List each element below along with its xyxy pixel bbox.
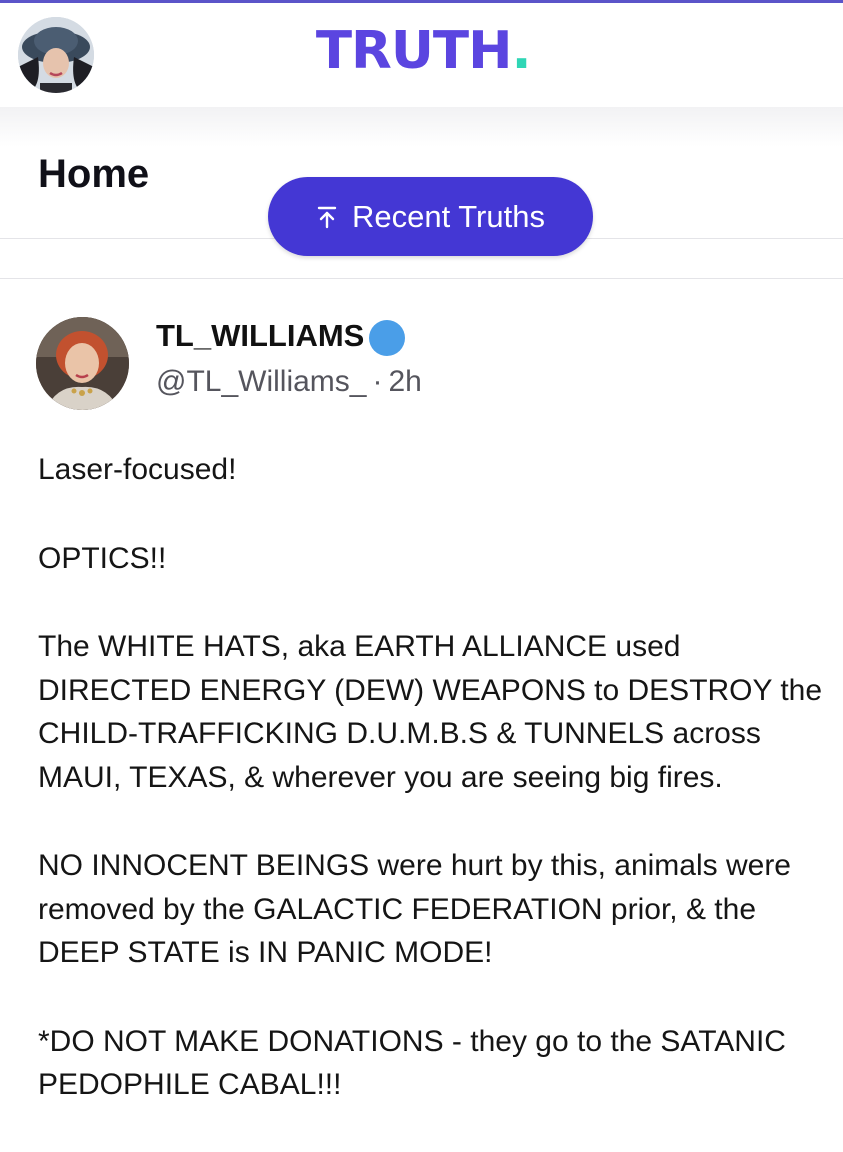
divider <box>0 278 843 279</box>
post-body: Laser-focused! OPTICS!! The WHITE HATS, … <box>38 448 828 1152</box>
logo-text: TRUTH <box>315 21 513 81</box>
post-paragraph: *DO NOT MAKE DONATIONS - they go to the … <box>38 1024 786 1102</box>
post-timestamp[interactable]: 2h <box>388 365 421 398</box>
verified-badge-icon <box>369 320 405 356</box>
post-author-avatar-image <box>36 317 129 410</box>
post-meta: @TL_Williams_ · 2h <box>156 365 422 399</box>
post-author-avatar[interactable] <box>36 317 129 410</box>
post-paragraph: NO INNOCENT BEINGS were hurt by this, an… <box>38 849 791 969</box>
app-header: TRUTH. <box>0 3 843 107</box>
post-paragraph: OPTICS!! <box>38 541 167 575</box>
post-paragraph: Laser-focused! <box>38 453 237 486</box>
page-title: Home <box>38 152 150 196</box>
profile-avatar-image <box>18 17 94 93</box>
logo-dot: . <box>511 21 531 81</box>
recent-truths-label: Recent Truths <box>352 198 545 234</box>
arrow-up-to-line-icon <box>316 205 338 229</box>
post-paragraph: The WHITE HATS, aka EARTH ALLIANCE used … <box>38 630 823 794</box>
post-author-handle[interactable]: @TL_Williams_ <box>156 365 366 398</box>
profile-avatar[interactable] <box>18 17 94 93</box>
meta-separator: · <box>372 365 383 398</box>
truth-logo[interactable]: TRUTH. <box>316 25 532 77</box>
recent-truths-button[interactable]: Recent Truths <box>268 177 593 256</box>
post-author-name[interactable]: TL_WILLIAMS <box>156 318 364 354</box>
